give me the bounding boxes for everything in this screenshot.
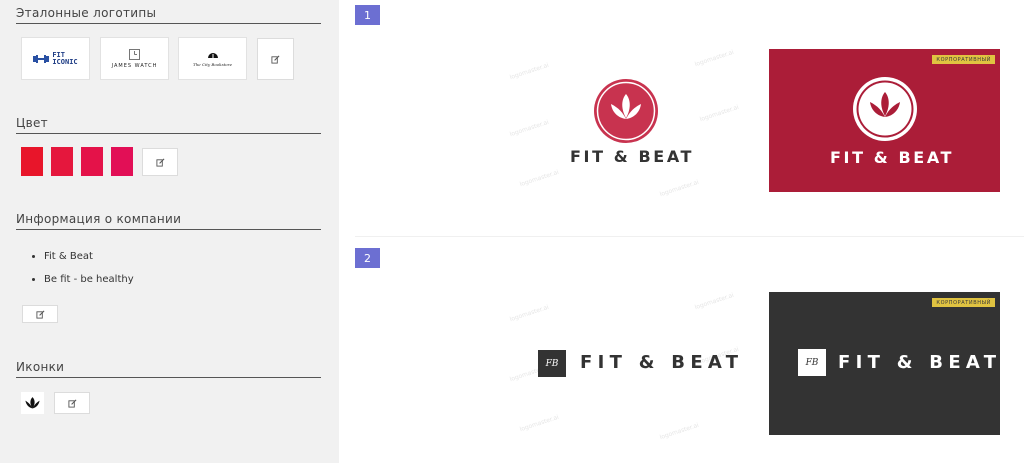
lotus-icon	[25, 396, 40, 408]
color-swatch[interactable]	[81, 147, 103, 176]
reference-logo-fit-iconic[interactable]: FIT ICONIC	[21, 37, 90, 80]
option-1-logo-light[interactable]: FIT & BEAT	[564, 74, 691, 169]
edit-icon	[35, 310, 44, 319]
lotus-emblem-icon	[853, 77, 917, 141]
james-watch-text: JAMES WATCH	[111, 62, 158, 69]
fit-iconic-line2: ICONIC	[52, 57, 78, 66]
watermark: logomaster.ai	[698, 103, 740, 124]
reference-logo-city-bookstore[interactable]: The City Bookstore	[178, 37, 247, 80]
dumbbell-icon	[33, 54, 50, 63]
brand-name: FIT & BEAT	[830, 148, 955, 167]
edit-icon	[271, 55, 280, 64]
logo-options-panel: logomaster.ai logomaster.ai logomaster.a…	[339, 0, 1024, 463]
brand-name: FIT & BEAT	[570, 147, 695, 166]
icon-tile[interactable]	[21, 392, 44, 414]
watermark: logomaster.ai	[518, 413, 560, 434]
color-swatch[interactable]	[111, 147, 133, 176]
option-number-badge[interactable]: 1	[355, 5, 380, 25]
sidebar: Эталонные логотипы FIT ICONIC JAMES WATC…	[0, 0, 339, 463]
company-info-title: Информация о компании	[16, 212, 321, 230]
edit-company-info-button[interactable]	[22, 305, 58, 323]
watermark: logomaster.ai	[508, 303, 550, 324]
brand-name: FIT & BEAT	[580, 352, 744, 373]
corporate-badge: КОРПОРАТИВНЫЙ	[932, 55, 995, 64]
watermark: logomaster.ai	[518, 168, 560, 189]
edit-icon	[67, 399, 76, 408]
watermark: logomaster.ai	[508, 61, 550, 82]
edit-reference-logos-button[interactable]	[257, 38, 294, 80]
color-swatch[interactable]	[51, 147, 73, 176]
edit-colors-button[interactable]	[142, 148, 178, 176]
option-2-logo-light[interactable]: FB FIT & BEAT	[538, 348, 738, 378]
option-number-badge[interactable]: 2	[355, 248, 380, 268]
company-name: Fit & Beat	[44, 250, 134, 273]
watermark: logomaster.ai	[658, 421, 700, 442]
color-title: Цвет	[16, 116, 321, 134]
monogram: FB	[545, 358, 559, 369]
watermark: logomaster.ai	[508, 118, 550, 139]
color-swatch[interactable]	[21, 147, 43, 176]
bookstore-icon	[207, 53, 218, 58]
monogram: FB	[805, 357, 819, 368]
option-1-corporate-card[interactable]: КОРПОРАТИВНЫЙ FIT & BEAT	[769, 49, 1000, 192]
options-divider	[355, 236, 1024, 237]
company-info-list: Fit & Beat Be fit - be healthy	[26, 250, 134, 296]
icons-title: Иконки	[16, 360, 321, 378]
option-2-corporate-card[interactable]: КОРПОРАТИВНЫЙ FB FIT & BEAT	[769, 292, 1000, 435]
watermark: logomaster.ai	[693, 48, 735, 69]
edit-icon	[155, 158, 164, 167]
reference-logo-james-watch[interactable]: JAMES WATCH	[100, 37, 169, 80]
city-bookstore-text: The City Bookstore	[193, 62, 232, 67]
watermark: logomaster.ai	[658, 178, 700, 199]
reference-logos-title: Эталонные логотипы	[16, 6, 321, 24]
corporate-badge: КОРПОРАТИВНЫЙ	[932, 298, 995, 307]
watermark: logomaster.ai	[693, 291, 735, 312]
company-slogan: Be fit - be healthy	[44, 273, 134, 296]
lotus-emblem-icon	[594, 79, 658, 143]
watch-icon	[129, 48, 140, 60]
brand-name: FIT & BEAT	[838, 352, 1002, 373]
edit-icons-button[interactable]	[54, 392, 90, 414]
